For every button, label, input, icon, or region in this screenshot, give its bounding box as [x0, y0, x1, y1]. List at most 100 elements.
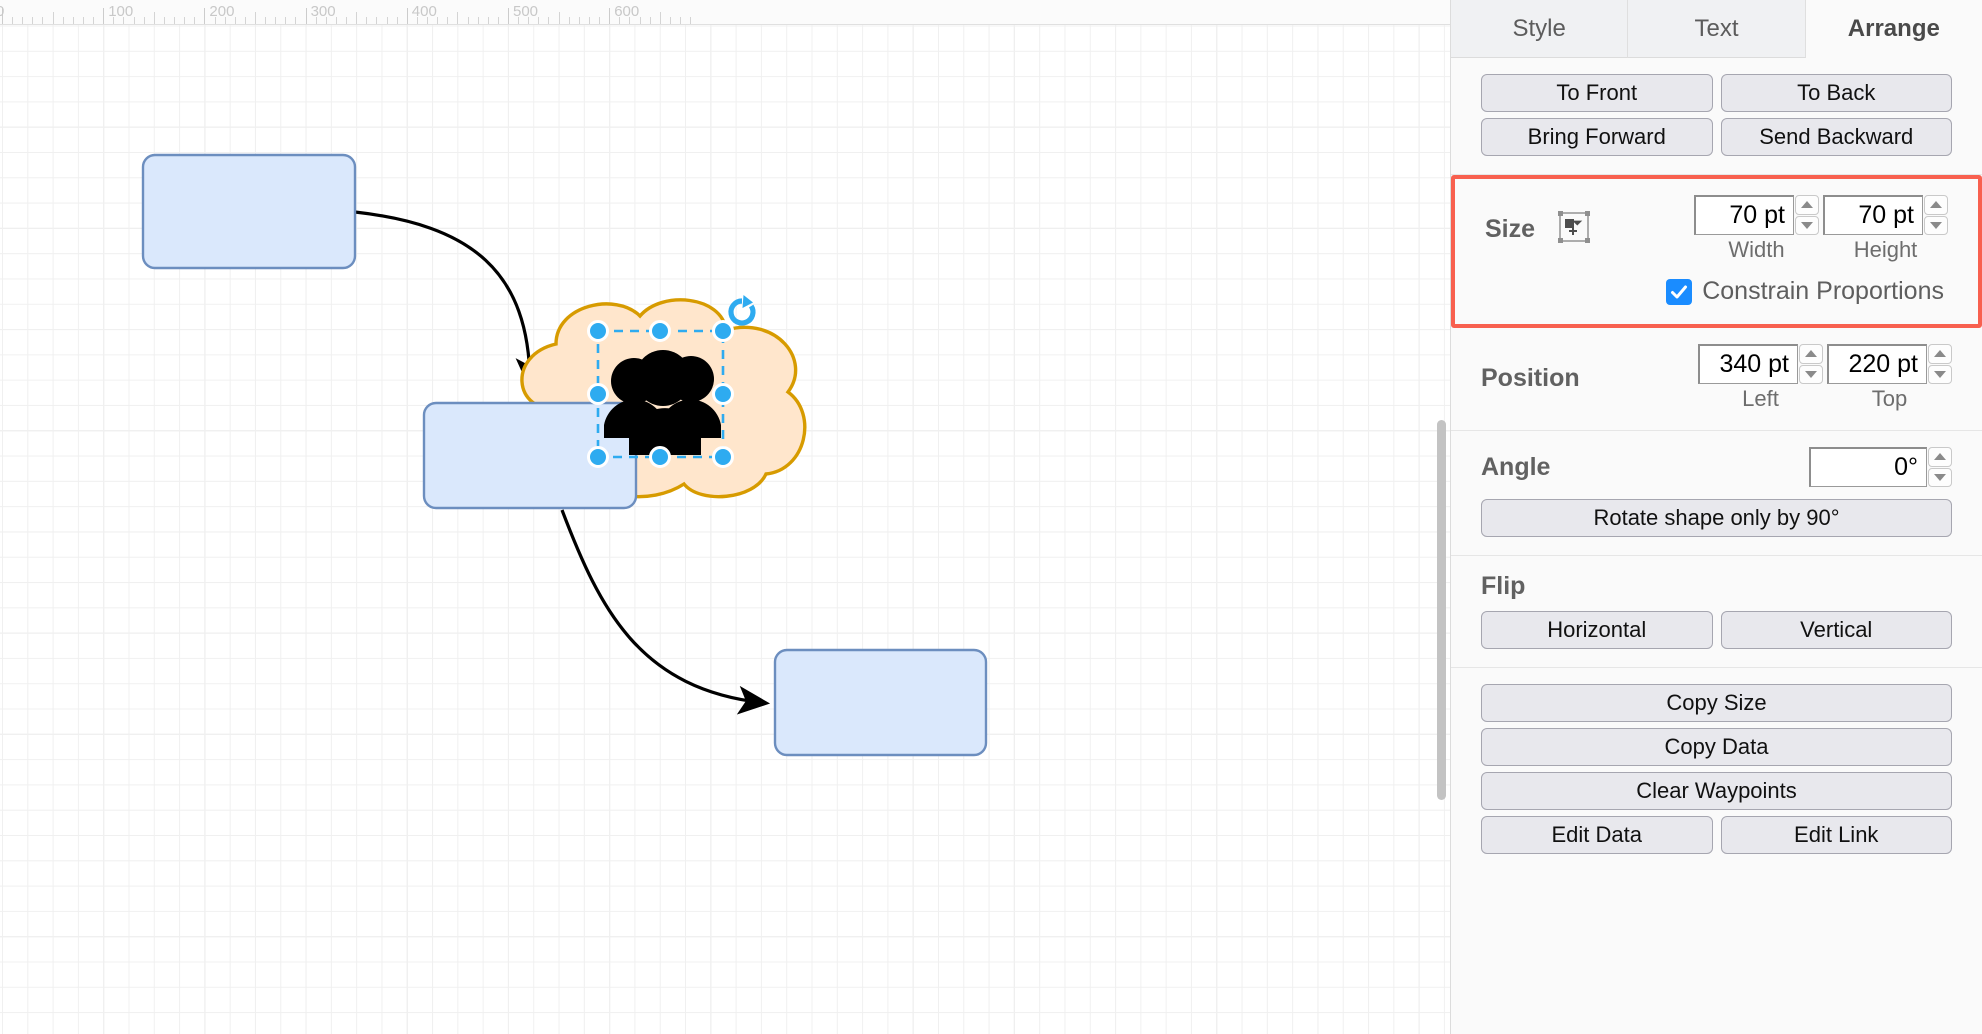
- ruler-tick: [305, 8, 307, 24]
- horizontal-ruler[interactable]: 100 200 300 400 500 600 0: [0, 0, 1450, 25]
- ruler-label: 100: [108, 3, 134, 20]
- canvas-vertical-scrollbar[interactable]: [1437, 420, 1446, 800]
- ruler-tick: [680, 17, 682, 24]
- copy-data-button[interactable]: Copy Data: [1481, 728, 1952, 766]
- rotate-shape-90-button[interactable]: Rotate shape only by 90°: [1481, 499, 1952, 537]
- ruler-tick: [143, 17, 145, 24]
- height-increment-button[interactable]: [1924, 195, 1948, 215]
- angle-decrement-button[interactable]: [1928, 467, 1952, 487]
- ruler-tick: [163, 17, 165, 24]
- ruler-tick: [72, 17, 74, 24]
- ruler-tick: [548, 17, 550, 24]
- edit-link-button[interactable]: Edit Link: [1720, 816, 1952, 854]
- ruler-tick: [42, 17, 44, 24]
- ruler-tick: [103, 8, 105, 24]
- size-section: Size 70 pt Width 70 pt Height Constrain …: [1451, 175, 1982, 328]
- flip-label: Flip: [1481, 572, 1526, 600]
- ruler-tick: [487, 17, 489, 24]
- tab-text[interactable]: Text: [1628, 0, 1806, 58]
- connector-edge-1: [354, 210, 545, 391]
- ruler-tick: [386, 17, 388, 24]
- ruler-tick: [649, 17, 651, 24]
- tab-style[interactable]: Style: [1451, 0, 1629, 58]
- width-increment-button[interactable]: [1795, 195, 1819, 215]
- position-top-increment-button[interactable]: [1928, 344, 1952, 364]
- ruler-tick: [558, 12, 560, 24]
- ruler-tick: [295, 17, 297, 24]
- edit-data-button[interactable]: Edit Data: [1481, 816, 1713, 854]
- tab-arrange[interactable]: Arrange: [1805, 0, 1982, 58]
- to-front-button[interactable]: To Front: [1481, 74, 1713, 112]
- ruler-tick: [376, 17, 378, 24]
- flip-horizontal-button[interactable]: Horizontal: [1481, 611, 1713, 649]
- connector-edge-2: [560, 509, 771, 715]
- ruler-tick: [669, 17, 671, 24]
- send-backward-button[interactable]: Send Backward: [1720, 118, 1952, 156]
- height-caption: Height: [1853, 237, 1918, 262]
- ruler-label-origin: 0: [0, 3, 4, 20]
- width-caption: Width: [1728, 237, 1785, 262]
- ruler-tick: [244, 17, 246, 24]
- flip-section: Flip Horizontal Vertical: [1451, 556, 1982, 668]
- ruler-tick: [234, 17, 236, 24]
- width-input[interactable]: [1694, 195, 1794, 235]
- size-label: Size: [1485, 214, 1536, 243]
- ruler-tick: [12, 17, 14, 24]
- ruler-tick: [335, 17, 337, 24]
- ruler-tick: [184, 17, 186, 24]
- order-section: To Front To Back Bring Forward Send Back…: [1451, 58, 1982, 175]
- ruler-tick: [174, 17, 176, 24]
- copy-size-button[interactable]: Copy Size: [1481, 684, 1952, 722]
- angle-input[interactable]: [1809, 447, 1927, 487]
- ruler-tick: [457, 12, 459, 24]
- position-left-decrement-button[interactable]: [1799, 364, 1823, 384]
- height-decrement-button[interactable]: [1924, 215, 1948, 235]
- ruler-label: 400: [411, 3, 437, 20]
- position-left-increment-button[interactable]: [1799, 344, 1823, 364]
- ruler-label: 600: [614, 3, 640, 20]
- constrain-proportions-checkbox[interactable]: [1666, 278, 1693, 305]
- ruler-tick: [396, 17, 398, 24]
- ruler-tick: [366, 17, 368, 24]
- ruler-label: 500: [513, 3, 539, 20]
- ruler-tick: [639, 17, 641, 24]
- ruler-tick: [255, 12, 256, 24]
- check-icon: [1671, 285, 1688, 298]
- ruler-tick: [265, 17, 267, 24]
- position-top-input[interactable]: [1827, 344, 1927, 384]
- clear-waypoints-button[interactable]: Clear Waypoints: [1481, 772, 1952, 810]
- ruler-label: 300: [310, 3, 336, 20]
- actions-section: Copy Size Copy Data Clear Waypoints Edit…: [1451, 668, 1982, 872]
- position-top-caption: Top: [1871, 386, 1908, 411]
- shape-box-3: [773, 648, 988, 757]
- ruler-tick: [153, 12, 155, 24]
- autosize-icon[interactable]: [1557, 210, 1591, 249]
- diagram-canvas[interactable]: 100 200 300 400 500 600 0: [0, 0, 1450, 1034]
- ruler-tick: [32, 17, 34, 24]
- angle-section: Angle Rotate shape only by 90°: [1451, 431, 1982, 556]
- width-decrement-button[interactable]: [1795, 215, 1819, 235]
- position-section: Position Left: [1451, 328, 1982, 431]
- ruler-tick: [52, 12, 54, 24]
- bring-forward-button[interactable]: Bring Forward: [1481, 118, 1713, 156]
- ruler-tick: [568, 17, 570, 24]
- ruler-tick: [437, 17, 439, 24]
- ruler-tick: [346, 17, 348, 24]
- ruler-tick: [406, 8, 408, 24]
- ruler-tick: [285, 17, 287, 24]
- angle-label: Angle: [1481, 452, 1551, 481]
- ruler-tick: [62, 17, 64, 24]
- to-back-button[interactable]: To Back: [1720, 74, 1952, 112]
- height-input[interactable]: [1823, 195, 1923, 235]
- ruler-tick: [508, 8, 509, 24]
- ruler-tick: [82, 17, 84, 24]
- angle-increment-button[interactable]: [1928, 447, 1952, 467]
- flip-vertical-button[interactable]: Vertical: [1720, 611, 1952, 649]
- position-left-input[interactable]: [1698, 344, 1798, 384]
- ruler-tick: [477, 17, 479, 24]
- position-top-decrement-button[interactable]: [1928, 364, 1952, 384]
- ruler-tick: [588, 17, 590, 24]
- position-left-caption: Left: [1742, 386, 1779, 411]
- ruler-tick: [275, 17, 277, 24]
- ruler-tick: [447, 17, 449, 24]
